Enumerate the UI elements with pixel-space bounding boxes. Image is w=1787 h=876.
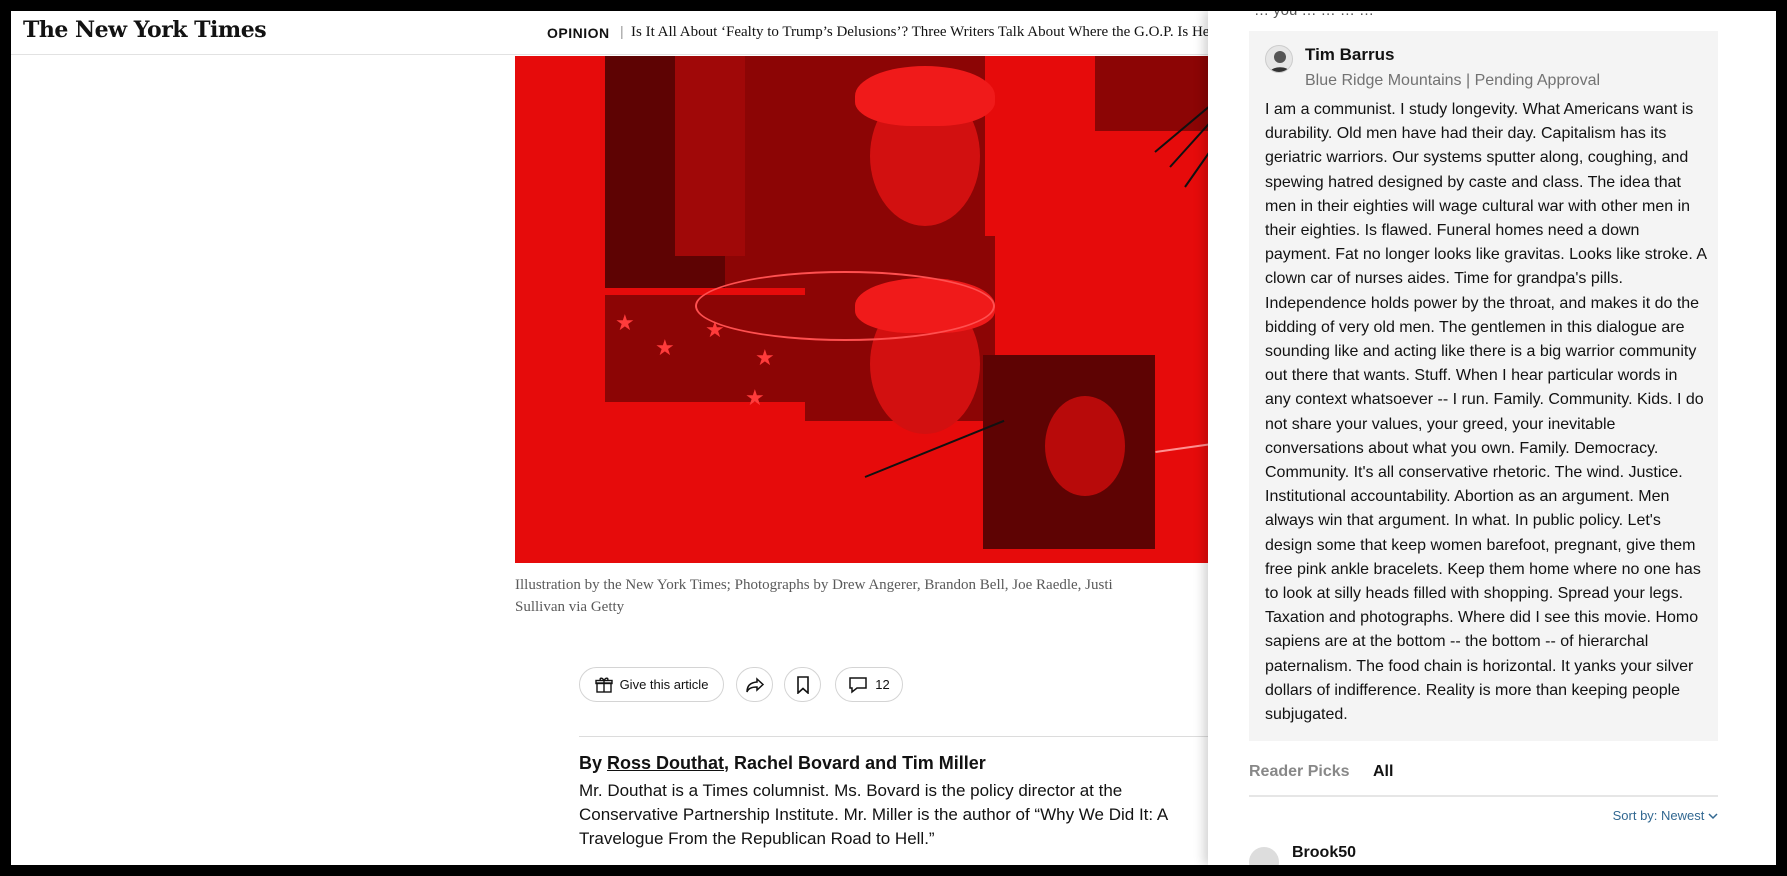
comment-card: Tim Barrus Blue Ridge Mountains | Pendin…	[1249, 31, 1718, 741]
sort-label: Sort by: Newest	[1612, 808, 1705, 823]
star-glyph: ★	[745, 386, 765, 411]
tab-all[interactable]: All	[1373, 763, 1393, 781]
sort-dropdown[interactable]: Sort by: Newest	[1613, 808, 1718, 823]
nyt-logo[interactable]: The New York Times	[23, 17, 267, 43]
chevron-down-icon	[1708, 808, 1718, 823]
star-glyph: ★	[655, 336, 675, 361]
face-shape	[1045, 396, 1125, 496]
byline-authors: , Rachel Bovard and Tim Miller	[724, 753, 986, 773]
clipped-comment-text: … you … … … …	[1254, 11, 1734, 19]
divider: |	[620, 23, 624, 39]
author-bio: Mr. Douthat is a Times columnist. Ms. Bo…	[579, 781, 1168, 848]
author-link[interactable]: Ross Douthat	[607, 753, 724, 773]
hair-shape	[855, 66, 995, 126]
star-glyph: ★	[615, 311, 635, 336]
caption-line: Illustration by the New York Times; Phot…	[515, 577, 1113, 593]
share-icon	[745, 676, 765, 694]
tab-reader-picks[interactable]: Reader Picks	[1249, 763, 1350, 781]
figure-shape	[675, 56, 745, 256]
comment-body: I am a communist. I study longevity. Wha…	[1265, 101, 1707, 724]
commenter-location-status: Blue Ridge Mountains | Pending Approval	[1305, 72, 1601, 89]
comments-button[interactable]: 12	[835, 667, 903, 702]
comment-tabs: Reader Picks All	[1249, 763, 1718, 797]
hero-illustration: ★ ★ ★ ★ ★	[515, 56, 1255, 563]
comment-icon	[848, 676, 868, 694]
section-label[interactable]: OPINION	[547, 25, 610, 41]
caption-line: Sullivan via Getty	[515, 599, 625, 615]
comments-panel: … you … … … … Tim Barrus Blue Ridge Moun…	[1208, 11, 1776, 865]
ellipse-stroke	[695, 271, 995, 341]
gift-icon	[594, 676, 613, 694]
byline: By Ross Douthat, Rachel Bovard and Tim M…	[579, 753, 986, 774]
byline-prefix: By	[579, 753, 608, 773]
share-button[interactable]	[736, 667, 773, 702]
save-button[interactable]	[784, 667, 821, 702]
bookmark-icon	[796, 675, 810, 694]
article-divider	[579, 736, 1269, 737]
give-article-button[interactable]: Give this article	[579, 667, 724, 702]
give-article-label: Give this article	[619, 677, 709, 692]
image-caption: Illustration by the New York Times; Phot…	[515, 574, 1255, 618]
star-glyph: ★	[755, 346, 775, 371]
comment-count: 12	[875, 677, 890, 692]
sticky-headline: Is It All About ‘Fealty to Trump’s Delus…	[631, 24, 1217, 40]
avatar	[1249, 847, 1279, 865]
commenter-name[interactable]: Brook50	[1292, 844, 1356, 862]
commenter-name[interactable]: Tim Barrus	[1305, 45, 1394, 65]
browser-viewport: The New York Times OPINION | Is It All A…	[11, 11, 1776, 865]
avatar	[1265, 45, 1293, 73]
